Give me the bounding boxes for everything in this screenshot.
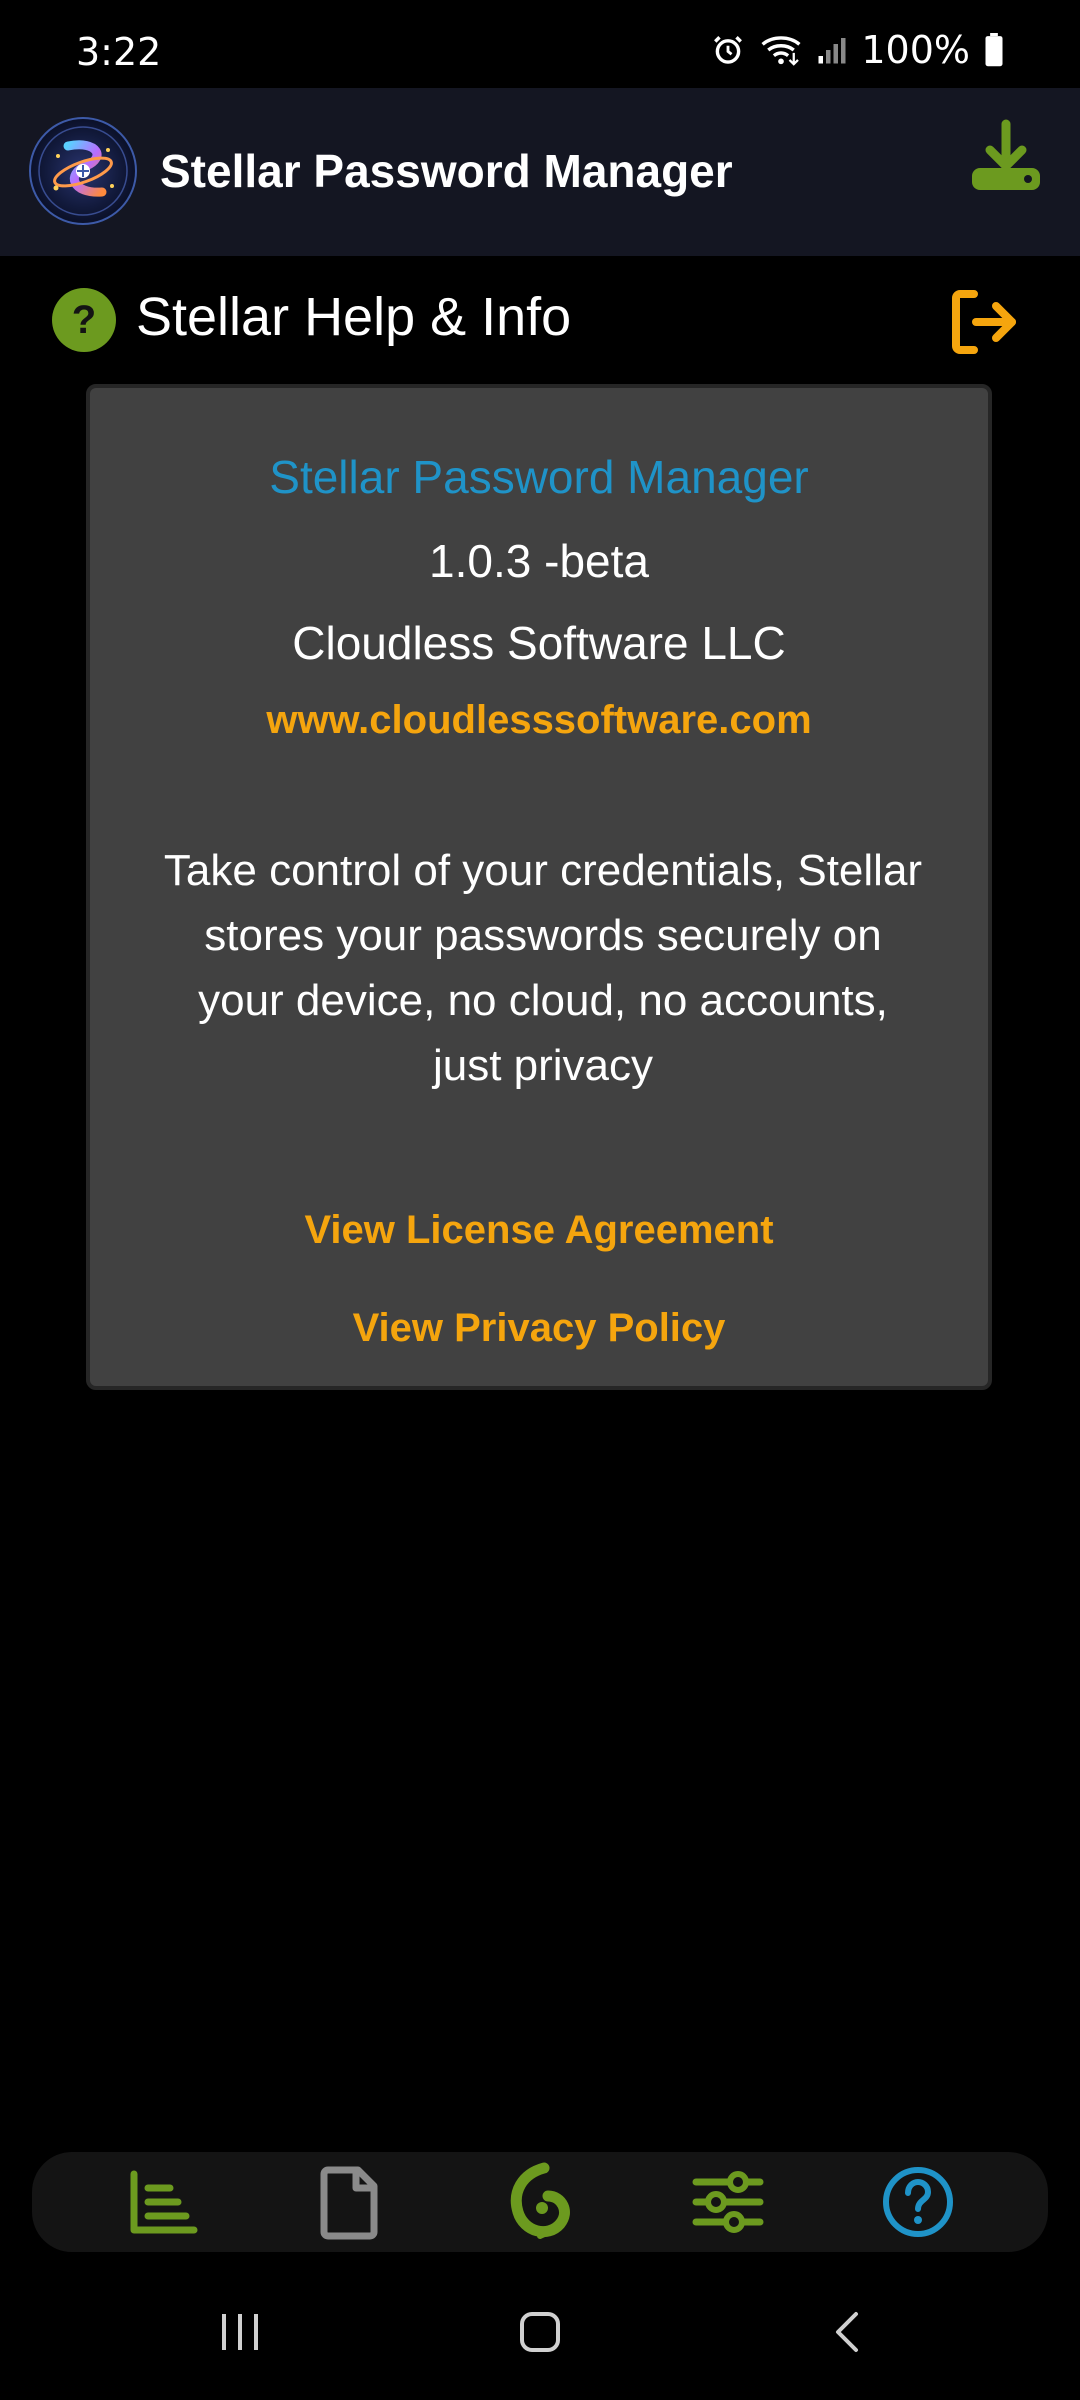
tab-settings[interactable] — [688, 2162, 768, 2242]
logout-icon[interactable] — [948, 286, 1020, 358]
system-nav-bar — [0, 2252, 1080, 2400]
help-badge-glyph: ? — [71, 298, 97, 342]
bottom-nav — [32, 2152, 1048, 2252]
tab-list-chart[interactable] — [122, 2162, 202, 2242]
stellar-swirl-icon — [510, 2162, 570, 2239]
status-time: 3:22 — [76, 30, 162, 74]
card-company: Cloudless Software LLC — [292, 617, 786, 669]
download-icon[interactable] — [966, 118, 1046, 198]
wifi-icon — [759, 33, 803, 67]
section-header: ? Stellar Help & Info — [0, 256, 1080, 386]
back-icon[interactable] — [826, 2310, 870, 2359]
card-app-name: Stellar Password Manager — [269, 451, 809, 503]
recent-apps-icon[interactable] — [218, 2310, 262, 2359]
app-bar: Stellar Password Manager — [0, 88, 1080, 256]
card-version: 1.0.3 -beta — [429, 535, 649, 587]
document-icon — [320, 2166, 378, 2240]
website-link[interactable]: www.cloudlesssoftware.com — [90, 698, 988, 743]
app-title: Stellar Password Manager — [160, 145, 733, 197]
alarm-icon — [711, 33, 745, 67]
status-bar: 3:22 100% — [0, 0, 1080, 88]
tab-document[interactable] — [310, 2162, 390, 2242]
home-icon[interactable] — [518, 2310, 562, 2359]
section-title: Stellar Help & Info — [136, 287, 572, 347]
privacy-policy-link[interactable]: View Privacy Policy — [90, 1306, 988, 1351]
license-agreement-link[interactable]: View License Agreement — [90, 1208, 988, 1253]
battery-percent: 100% — [861, 28, 970, 72]
help-circle-icon — [883, 2167, 953, 2237]
status-icons: 100% — [711, 28, 1004, 72]
tab-help[interactable] — [878, 2162, 958, 2242]
tab-stellar[interactable] — [500, 2162, 580, 2242]
galaxy-logo-icon — [28, 116, 138, 226]
help-badge-icon: ? — [52, 288, 116, 352]
card-description: Take control of your credentials, Stella… — [163, 846, 923, 1090]
list-chart-icon — [130, 2170, 198, 2234]
info-card: Stellar Password Manager 1.0.3 -beta Clo… — [86, 384, 992, 1390]
battery-icon — [984, 33, 1004, 67]
signal-icon — [817, 35, 847, 65]
sliders-icon — [692, 2171, 764, 2233]
